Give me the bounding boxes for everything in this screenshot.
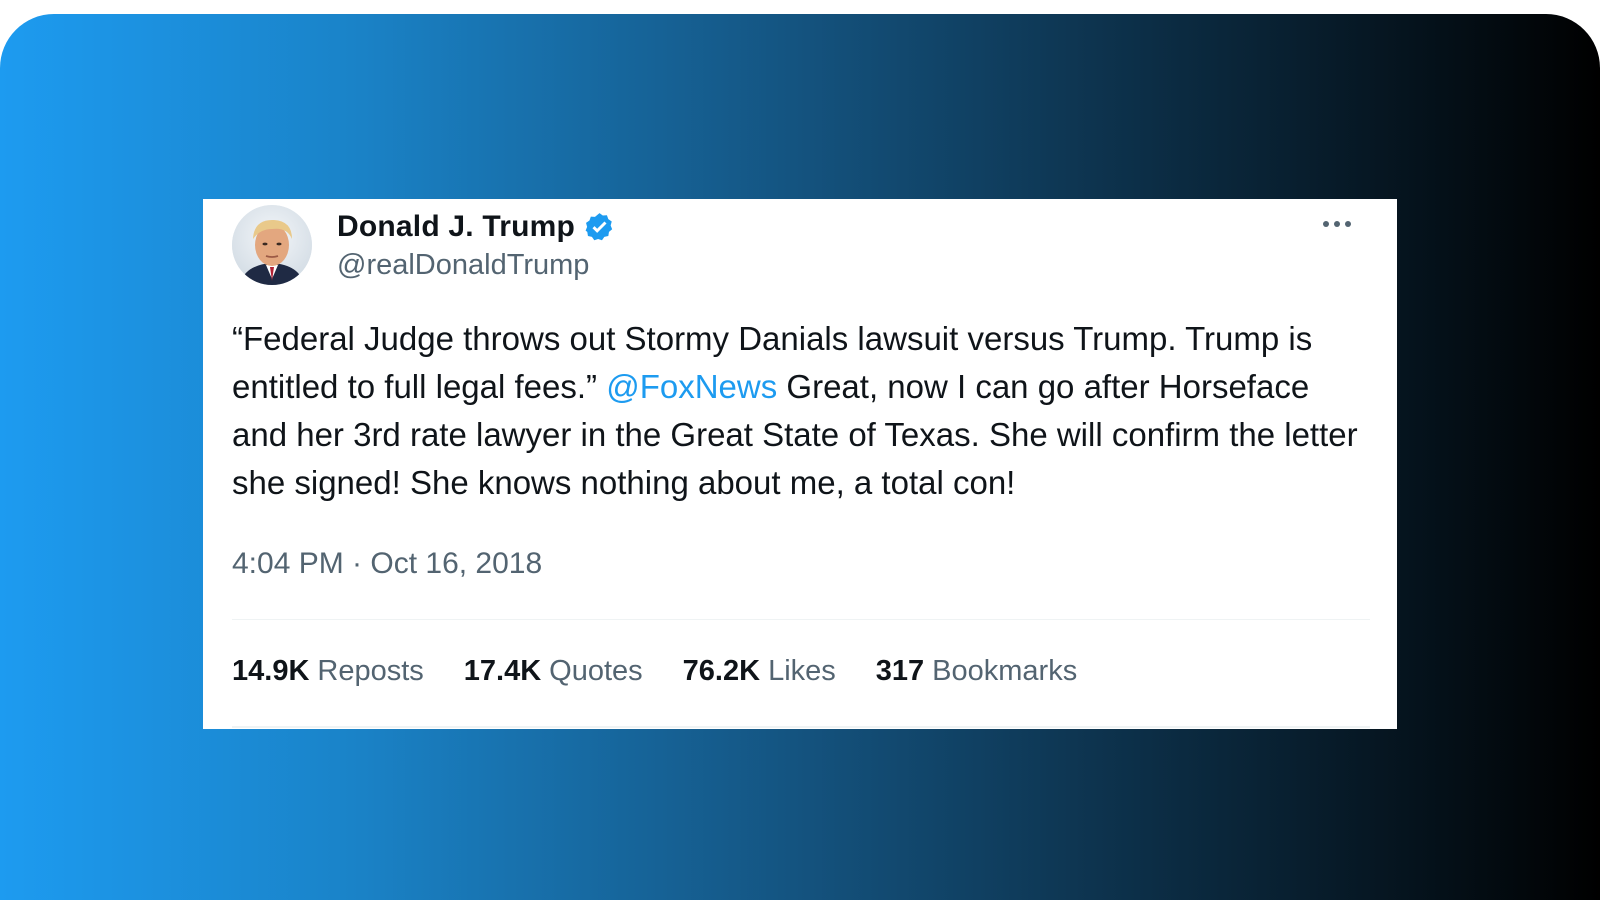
reposts-count: 14.9K [232,655,310,687]
more-dot [1323,221,1329,227]
divider [232,619,1370,620]
bookmarks-label: Bookmarks [932,655,1078,687]
more-dot [1345,221,1351,227]
tweet-timestamp[interactable]: 4:04 PM · Oct 16, 2018 [232,547,542,581]
likes-count: 76.2K [682,655,761,687]
more-dot [1334,221,1340,227]
mention-link[interactable]: @FoxNews [606,368,777,405]
avatar[interactable] [232,205,312,285]
bookmarks-count: 317 [875,655,925,687]
bookmarks-stat[interactable]: 317 Bookmarks [876,655,1077,688]
author-name-row: Donald J. Trump [337,207,616,247]
tweet-card: Donald J. Trump @realDonaldTrump “Federa… [203,199,1397,729]
author-handle[interactable]: @realDonaldTrump [337,249,589,282]
gradient-background-frame: Donald J. Trump @realDonaldTrump “Federa… [0,14,1600,900]
reposts-stat[interactable]: 14.9K Reposts [232,655,424,688]
quotes-label: Quotes [549,655,643,687]
likes-label: Likes [768,655,836,687]
avatar-portrait-icon [232,205,312,285]
tweet-body: “Federal Judge throws out Stormy Danials… [232,315,1372,507]
quotes-stat[interactable]: 17.4K Quotes [464,655,643,688]
divider-bottom [232,726,1370,728]
more-options-icon[interactable] [1317,211,1357,237]
author-display-name[interactable]: Donald J. Trump [337,210,575,244]
reposts-label: Reposts [317,655,424,687]
likes-stat[interactable]: 76.2K Likes [683,655,836,688]
engagement-stats: 14.9K Reposts 17.4K Quotes 76.2K Likes 3… [232,655,1077,688]
quotes-count: 17.4K [463,655,542,687]
verified-badge-icon [583,211,616,244]
